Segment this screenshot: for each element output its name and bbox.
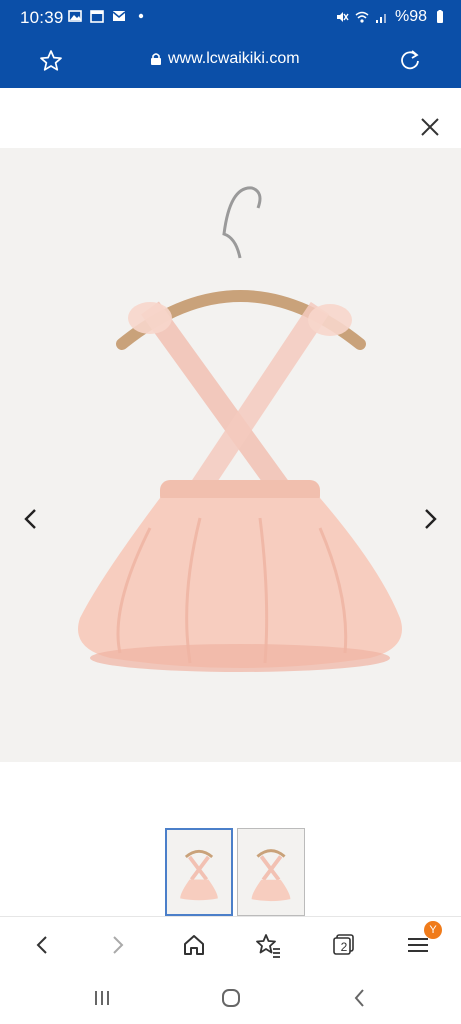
menu-button[interactable]: Y — [404, 921, 442, 959]
system-nav-bar — [0, 972, 461, 1024]
thumbnail-1[interactable] — [165, 828, 233, 916]
back-icon[interactable] — [28, 931, 56, 959]
mute-icon — [336, 12, 349, 22]
close-icon[interactable] — [417, 114, 443, 140]
browser-toolbar: 2 Y — [0, 916, 461, 972]
product-gallery[interactable] — [0, 148, 461, 762]
thumbnail-2[interactable] — [237, 828, 305, 916]
thumbnail-image — [180, 849, 218, 901]
signal-icon — [375, 14, 386, 23]
star-icon[interactable] — [38, 48, 64, 74]
status-left-icons — [68, 9, 148, 23]
home-nav-icon[interactable] — [219, 986, 243, 1010]
address-row: www.lcwaikiki.com — [0, 40, 461, 82]
dot-icon — [138, 13, 144, 19]
recent-apps-icon[interactable] — [90, 986, 114, 1010]
forward-icon[interactable] — [104, 931, 132, 959]
status-time: 10:39 — [20, 8, 64, 27]
lock-icon — [151, 53, 161, 65]
url-text: www.lcwaikiki.com — [168, 50, 300, 67]
back-nav-icon[interactable] — [348, 986, 372, 1010]
battery-icon — [437, 10, 443, 23]
product-image — [78, 186, 402, 672]
thumbnail-image — [251, 849, 291, 902]
tabs-button[interactable]: 2 — [330, 931, 358, 959]
browser-top-bar: 10:39 %98 www.lcwaikiki.com — [0, 0, 461, 88]
tabs-count: 2 — [340, 940, 348, 954]
home-icon[interactable] — [180, 931, 208, 959]
wifi-icon — [355, 11, 369, 23]
image-icon — [68, 10, 82, 22]
next-image-button[interactable] — [415, 504, 445, 534]
bookmarks-icon[interactable] — [254, 931, 282, 959]
notification-badge: Y — [424, 921, 442, 939]
thumbnail-strip — [165, 828, 305, 916]
calendar-icon — [90, 10, 104, 23]
status-right: %98 — [335, 8, 447, 26]
reload-icon[interactable] — [397, 48, 423, 74]
status-bar: 10:39 %98 — [0, 0, 461, 34]
url-field[interactable]: www.lcwaikiki.com — [150, 50, 300, 68]
battery-percent: %98 — [394, 8, 427, 25]
previous-image-button[interactable] — [16, 504, 46, 534]
mail-icon — [112, 11, 126, 21]
